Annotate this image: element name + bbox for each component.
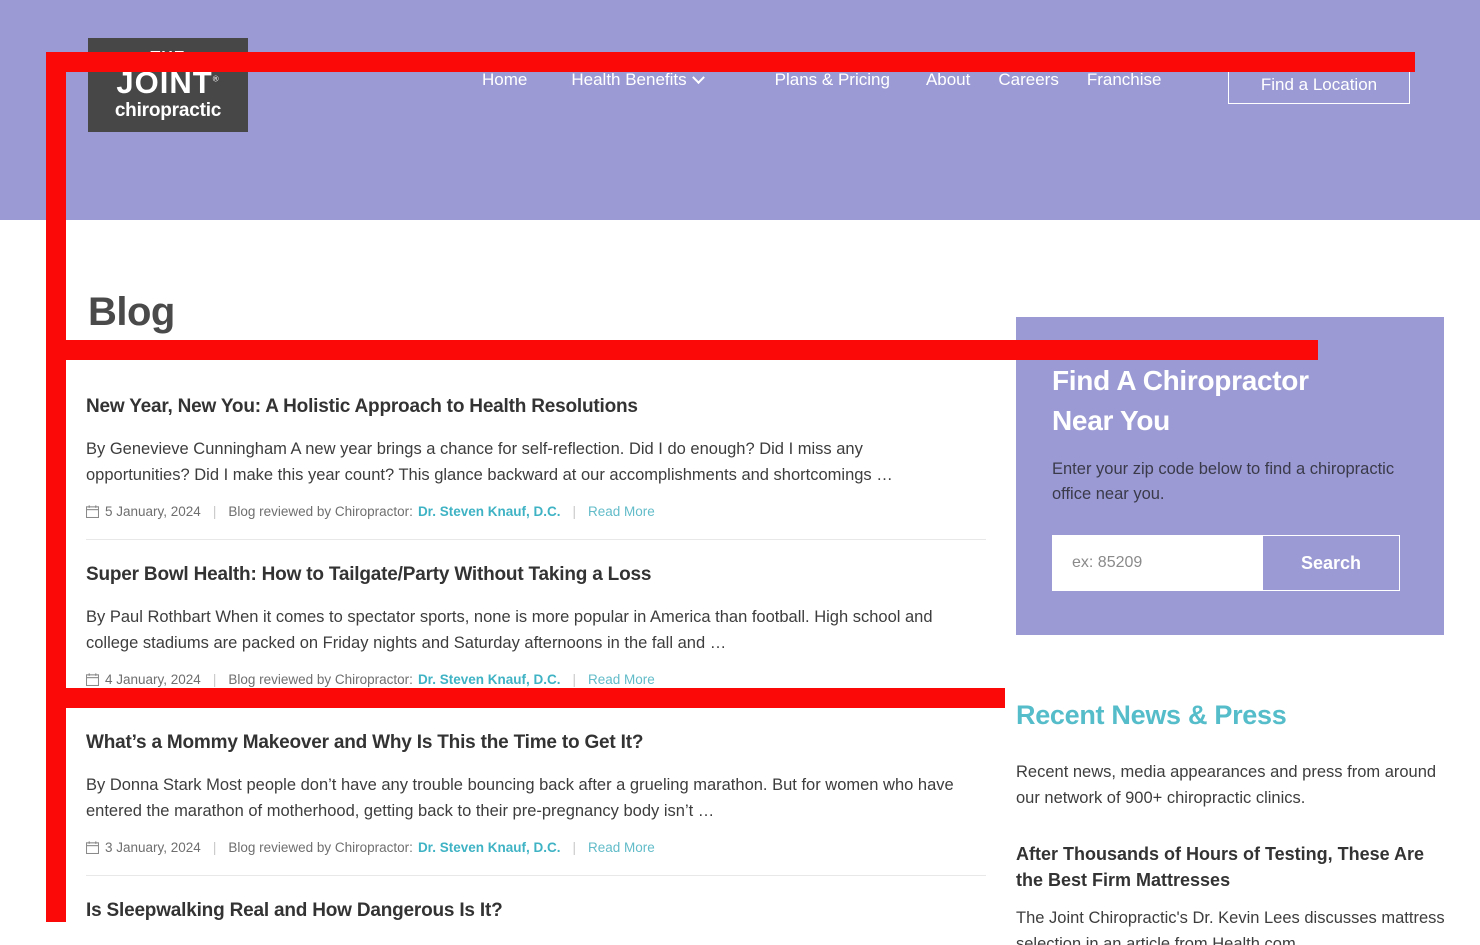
red-overlay-top-bar <box>46 52 1415 72</box>
red-overlay-bottom-bar <box>46 688 1005 708</box>
site-header: THE JOINT® chiropractic Home Health Bene… <box>0 0 1480 220</box>
nav-item-health-benefits[interactable]: Health Benefits <box>549 70 724 90</box>
zip-search-row: Search <box>1052 535 1408 591</box>
meta-divider: | <box>572 672 576 687</box>
nav-item-plans-pricing[interactable]: Plans & Pricing <box>725 70 912 90</box>
nav-item-franchise[interactable]: Franchise <box>1073 70 1176 90</box>
blog-post-list: New Year, New You: A Holistic Approach t… <box>86 396 986 945</box>
reviewer-link[interactable]: Dr. Steven Knauf, D.C. <box>418 840 561 855</box>
post-excerpt: By Paul Rothbart When it comes to specta… <box>86 608 933 652</box>
meta-divider: | <box>212 840 217 855</box>
nav-label-careers: Careers <box>998 70 1059 89</box>
recent-news-heading: Recent News & Press <box>1016 700 1287 730</box>
reviewed-by-label: Blog reviewed by Chiropractor: <box>228 672 413 687</box>
post-date: 4 January, 2024 <box>105 672 201 687</box>
meta-divider: | <box>572 504 576 519</box>
post-title[interactable]: New Year, New You: A Holistic Approach t… <box>86 396 986 418</box>
calendar-icon <box>86 673 99 686</box>
registered-mark-icon: ® <box>212 74 220 84</box>
nav-label-franchise: Franchise <box>1086 70 1162 89</box>
nav-item-about[interactable]: About <box>912 70 984 90</box>
reviewer-link[interactable]: Dr. Steven Knauf, D.C. <box>418 504 561 519</box>
red-overlay-middle-bar <box>46 340 1318 360</box>
zip-code-input[interactable] <box>1052 535 1262 591</box>
recent-news-press-section: Recent News & Press Recent news, media a… <box>1016 700 1448 945</box>
post-divider <box>86 875 986 876</box>
post-date: 5 January, 2024 <box>105 504 201 519</box>
calendar-icon <box>86 841 99 854</box>
blog-post-item: What’s a Mommy Makeover and Why Is This … <box>86 732 986 876</box>
find-chiropractor-widget: Find A Chiropractor Near You Enter your … <box>1016 317 1444 635</box>
chevron-down-icon <box>691 70 705 84</box>
page-title: Blog <box>88 290 175 334</box>
find-widget-title-line1: Find A Chiropractor <box>1052 365 1309 396</box>
reviewer-link[interactable]: Dr. Steven Knauf, D.C. <box>418 672 561 687</box>
calendar-icon <box>86 505 99 518</box>
meta-divider: | <box>212 672 217 687</box>
nav-item-home[interactable]: Home <box>460 70 549 90</box>
post-meta: 3 January, 2024 | Blog reviewed by Chiro… <box>86 840 986 855</box>
main-navigation: Home Health Benefits Plans & Pricing Abo… <box>460 70 1175 90</box>
post-meta: 4 January, 2024 | Blog reviewed by Chiro… <box>86 672 986 687</box>
blog-post-item: Super Bowl Health: How to Tailgate/Party… <box>86 564 986 708</box>
find-widget-title-line2: Near You <box>1052 405 1170 436</box>
nav-item-careers[interactable]: Careers <box>984 70 1072 90</box>
post-date: 3 January, 2024 <box>105 840 201 855</box>
news-item-body: The Joint Chiropractic's Dr. Kevin Lees … <box>1016 909 1445 945</box>
nav-label-health-benefits: Health Benefits <box>571 70 687 89</box>
reviewed-by-label: Blog reviewed by Chiropractor: <box>228 504 413 519</box>
post-meta: 5 January, 2024 | Blog reviewed by Chiro… <box>86 504 986 519</box>
meta-divider: | <box>212 504 217 519</box>
read-more-link[interactable]: Read More <box>588 840 655 855</box>
post-divider <box>86 539 986 540</box>
post-excerpt: By Donna Stark Most people don’t have an… <box>86 776 954 820</box>
post-title[interactable]: Super Bowl Health: How to Tailgate/Party… <box>86 564 986 586</box>
post-excerpt: By Genevieve Cunningham A new year bring… <box>86 440 893 484</box>
news-item-title[interactable]: After Thousands of Hours of Testing, The… <box>1016 841 1448 893</box>
zip-search-button[interactable]: Search <box>1262 535 1400 591</box>
nav-label-about: About <box>925 70 971 89</box>
blog-post-item: New Year, New You: A Holistic Approach t… <box>86 396 986 540</box>
find-a-location-label: Find a Location <box>1260 74 1378 94</box>
post-title[interactable]: Is Sleepwalking Real and How Dangerous I… <box>86 900 986 922</box>
find-widget-title: Find A Chiropractor Near You <box>1052 361 1408 441</box>
logo-text-chiropractic: chiropractic <box>114 100 222 121</box>
read-more-link[interactable]: Read More <box>588 672 655 687</box>
reviewed-by-label: Blog reviewed by Chiropractor: <box>228 840 413 855</box>
nav-label-plans-pricing: Plans & Pricing <box>774 70 890 89</box>
recent-news-intro: Recent news, media appearances and press… <box>1016 763 1437 807</box>
page-root: THE JOINT® chiropractic Home Health Bene… <box>0 0 1480 945</box>
read-more-link[interactable]: Read More <box>588 504 655 519</box>
post-title[interactable]: What’s a Mommy Makeover and Why Is This … <box>86 732 986 754</box>
find-widget-description: Enter your zip code below to find a chir… <box>1052 460 1395 503</box>
nav-label-home: Home <box>482 70 528 89</box>
meta-divider: | <box>572 840 576 855</box>
red-overlay-vertical-bar <box>46 52 66 922</box>
blog-post-item: Is Sleepwalking Real and How Dangerous I… <box>86 900 986 945</box>
post-excerpt: By Martha Michael Sleepwalking can be a … <box>86 940 966 945</box>
